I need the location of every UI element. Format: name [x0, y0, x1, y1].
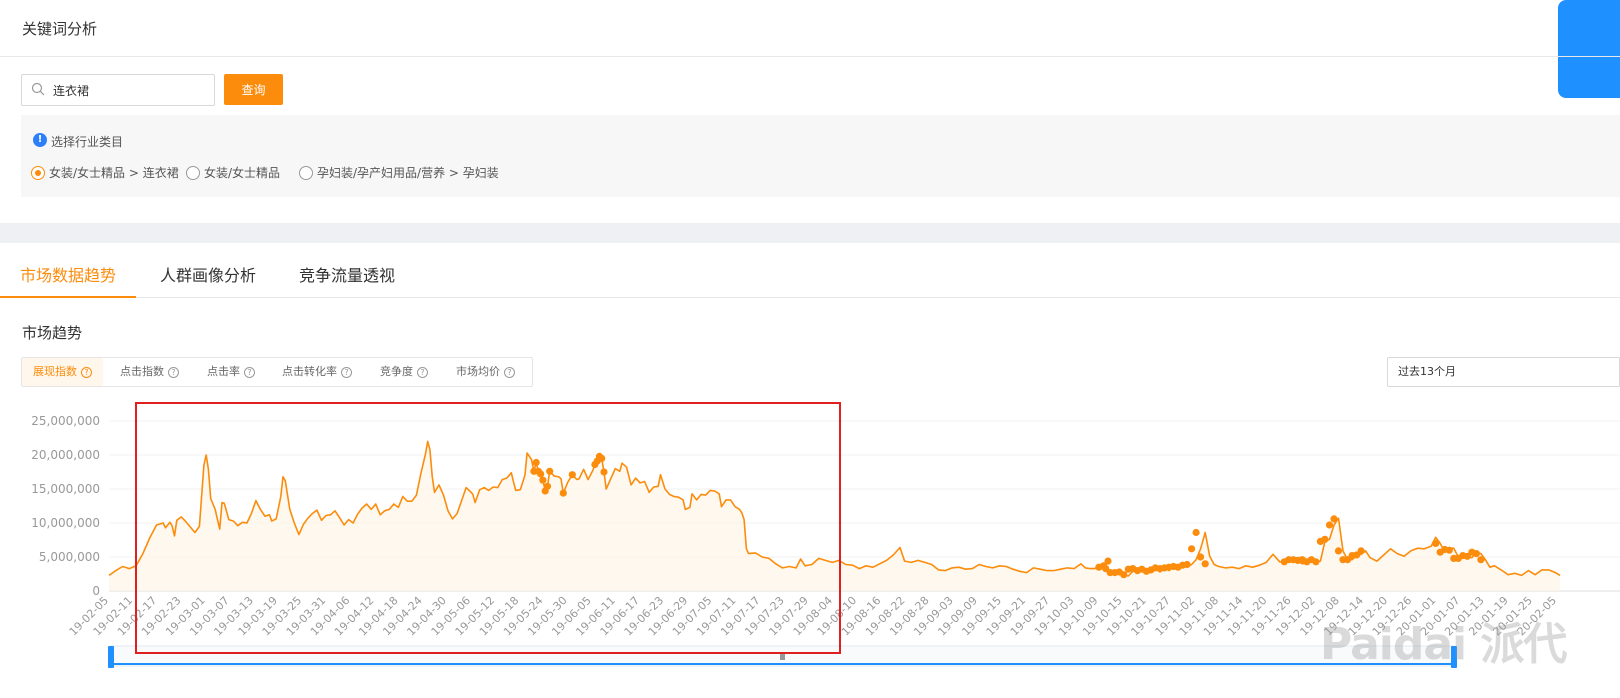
category-option-label: 女装/女士精品 > 连衣裙	[49, 166, 179, 180]
metric-competition[interactable]: 竞争度?	[380, 358, 428, 386]
data-point-marker	[1188, 545, 1196, 553]
help-icon[interactable]: ?	[504, 366, 515, 378]
radio-checked-icon[interactable]	[31, 165, 45, 180]
help-icon[interactable]: ?	[341, 366, 352, 378]
data-point-marker	[1357, 547, 1365, 555]
radio-unchecked-icon[interactable]	[186, 165, 200, 180]
metric-impression-index[interactable]: 展现指数?	[22, 358, 103, 386]
data-point-marker	[1334, 547, 1343, 555]
data-point-marker	[1472, 550, 1480, 558]
metric-click-conversion[interactable]: 点击转化率?	[282, 358, 352, 386]
help-icon[interactable]: ?	[417, 366, 428, 378]
y-tick-label: 25,000,000	[31, 414, 100, 428]
tab-competition-traffic[interactable]: 竞争流量透视	[299, 262, 395, 286]
active-tab-underline	[0, 296, 136, 298]
data-point-marker	[1201, 560, 1209, 568]
data-point-marker	[1445, 546, 1453, 554]
data-point-marker	[1432, 539, 1440, 547]
category-title: 选择行业类目	[51, 135, 124, 149]
y-tick-label: 5,000,000	[39, 550, 100, 564]
category-option-dress[interactable]: 女装/女士精品 > 连衣裙	[31, 164, 179, 181]
title-divider	[0, 56, 1620, 57]
zoom-handle-left	[108, 646, 114, 668]
tab-audience-profile[interactable]: 人群画像分析	[160, 262, 256, 286]
data-point-marker	[1104, 557, 1112, 565]
category-panel: ! 选择行业类目 女装/女士精品 > 连衣裙 女装/女士精品 孕妇装/孕产妇用品…	[21, 115, 1620, 197]
analysis-tabs: 市场数据趋势 人群画像分析 竞争流量透视	[0, 243, 1620, 298]
data-point-marker	[1197, 553, 1205, 561]
metric-label: 点击转化率	[282, 365, 337, 378]
category-option-label: 孕妇装/孕产妇用品/营养 > 孕妇装	[317, 166, 499, 180]
query-button[interactable]: 查询	[224, 74, 283, 105]
help-icon[interactable]: ?	[244, 366, 255, 378]
metric-label: 展现指数	[33, 365, 77, 378]
category-option-maternity[interactable]: 孕妇装/孕产妇用品/营养 > 孕妇装	[299, 164, 499, 181]
data-point-marker	[1183, 560, 1191, 569]
data-point-marker	[1321, 535, 1329, 543]
metric-label: 竞争度	[380, 365, 413, 378]
section-gap	[0, 223, 1620, 243]
page-title: 关键词分析	[22, 20, 98, 38]
data-point-marker	[1192, 528, 1200, 537]
y-tick-label: 20,000,000	[31, 448, 100, 462]
metric-selector: 展现指数? 点击指数? 点击率? 点击转化率? 竞争度? 市场均价?	[21, 357, 533, 387]
section-title: 市场趋势	[22, 324, 83, 342]
metric-ctr[interactable]: 点击率?	[207, 358, 255, 386]
category-option-label: 女装/女士精品	[204, 166, 281, 180]
info-icon: !	[33, 133, 47, 147]
radio-unchecked-icon[interactable]	[299, 165, 313, 180]
category-option-womens[interactable]: 女装/女士精品	[186, 164, 280, 181]
data-point-marker	[1325, 521, 1334, 529]
search-box[interactable]	[21, 74, 215, 106]
metric-label: 点击指数	[120, 365, 164, 378]
side-floating-tab[interactable]	[1558, 0, 1620, 98]
metric-click-index[interactable]: 点击指数?	[120, 358, 179, 386]
data-point-marker	[1330, 515, 1338, 523]
data-point-marker	[1312, 558, 1320, 566]
highlight-annotation-box	[135, 402, 841, 654]
help-icon[interactable]: ?	[81, 366, 92, 378]
search-input[interactable]	[53, 79, 203, 101]
data-point-marker	[1477, 556, 1485, 564]
metric-avg-price[interactable]: 市场均价?	[456, 358, 515, 386]
y-tick-label: 10,000,000	[31, 516, 100, 530]
period-select[interactable]: 过去13个月	[1387, 357, 1620, 387]
tab-market-trend[interactable]: 市场数据趋势	[20, 262, 116, 286]
y-tick-label: 15,000,000	[31, 482, 100, 496]
search-icon	[31, 82, 45, 96]
metric-label: 市场均价	[456, 365, 500, 378]
watermark-logo: Paidai 派代	[1320, 619, 1567, 670]
metric-label: 点击率	[207, 365, 240, 378]
help-icon[interactable]: ?	[168, 366, 179, 378]
